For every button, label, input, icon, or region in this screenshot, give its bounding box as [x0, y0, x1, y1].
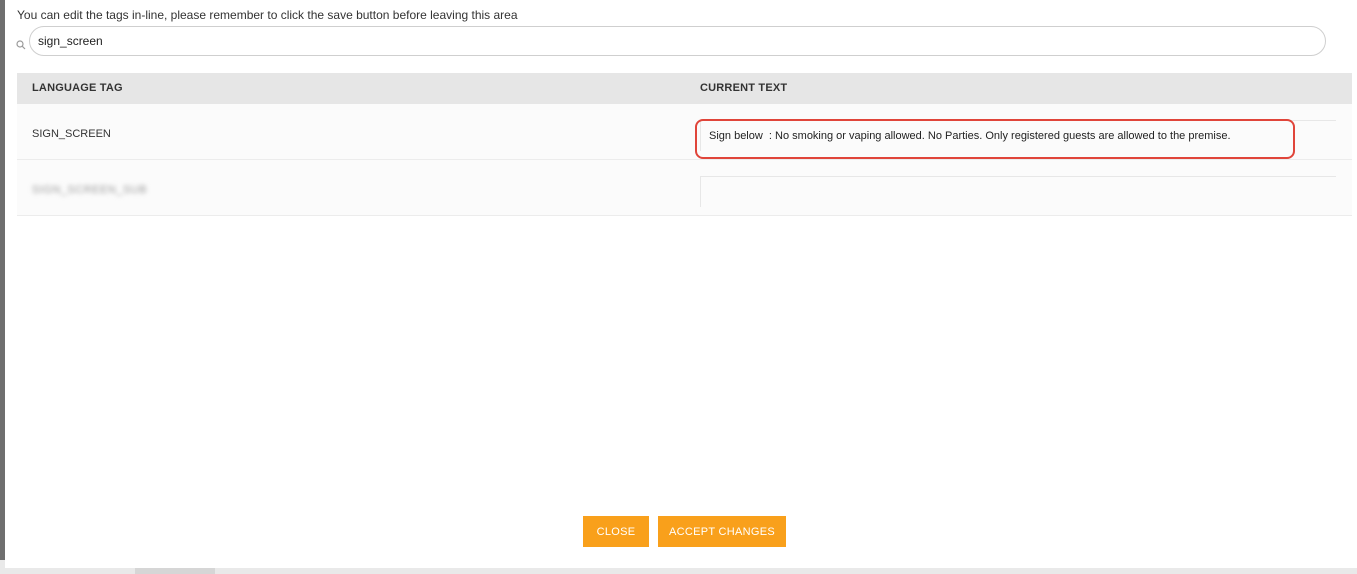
search-icon — [16, 37, 26, 50]
current-text-input[interactable] — [700, 176, 1336, 207]
current-text-input[interactable] — [700, 120, 1336, 151]
table-row: SIGN_SCREEN — [17, 104, 1352, 160]
column-header-current-text: CURRENT TEXT — [700, 82, 788, 94]
table-row: SIGN_SCREEN_SUB — [17, 160, 1352, 216]
language-tag-cell: SIGN_SCREEN_SUB — [32, 184, 148, 196]
table-header: LANGUAGE TAG CURRENT TEXT — [17, 73, 1352, 104]
language-tags-table: LANGUAGE TAG CURRENT TEXT SIGN_SCREEN SI… — [17, 73, 1352, 216]
instruction-text: You can edit the tags in-line, please re… — [17, 8, 518, 22]
language-tag-cell: SIGN_SCREEN — [32, 128, 111, 140]
search-input[interactable] — [29, 26, 1326, 56]
accept-changes-button[interactable]: ACCEPT CHANGES — [658, 516, 786, 547]
language-tags-modal: You can edit the tags in-line, please re… — [5, 0, 1357, 568]
column-header-language-tag: LANGUAGE TAG — [32, 82, 123, 94]
close-button[interactable]: CLOSE — [583, 516, 649, 547]
